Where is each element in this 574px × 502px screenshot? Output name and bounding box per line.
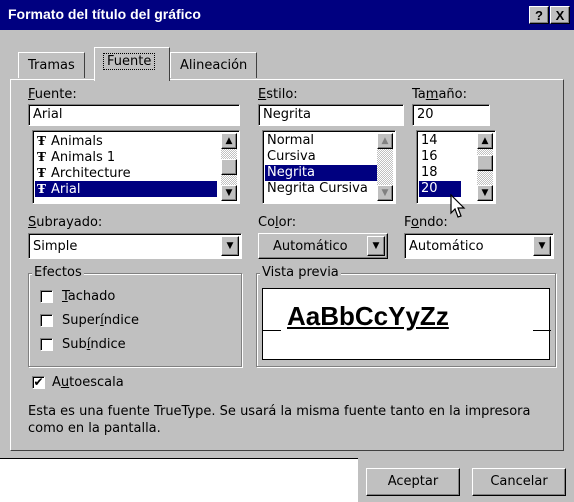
effect-label: Tachado — [62, 289, 116, 304]
list-item[interactable]: Negrita — [265, 165, 379, 181]
list-item-label: 18 — [421, 165, 438, 180]
effect-label: Superíndice — [62, 313, 139, 328]
style-input[interactable]: Negrita — [258, 104, 404, 126]
list-item-label: 20 — [421, 181, 438, 196]
scroll-down-arrow-icon[interactable]: ▼ — [221, 185, 237, 201]
list-item-label: Negrita — [267, 165, 315, 180]
style-list[interactable]: Normal Cursiva Negrita Negrita Cursiva ▲ ▼ — [262, 130, 396, 204]
size-input[interactable]: 20 — [412, 104, 490, 126]
mouse-pointer-icon — [450, 194, 466, 218]
list-item[interactable]: Ŧ Animals 1 — [35, 149, 217, 165]
list-item-label: 14 — [421, 133, 438, 148]
scroll-down-arrow-icon[interactable]: ▼ — [477, 185, 493, 201]
tab-tramas[interactable]: Tramas — [18, 52, 85, 78]
preview-sample-text: AaBbCcYyZz — [287, 301, 449, 331]
autoscale-checkbox[interactable]: ✔ — [32, 376, 45, 389]
background-value: Automático — [409, 239, 484, 254]
size-label: Tamaño: — [412, 87, 467, 102]
underline-value: Simple — [33, 239, 78, 254]
list-item-label: 16 — [421, 149, 438, 164]
page-background — [0, 459, 358, 502]
autoscale-label: Autoescala — [52, 375, 124, 390]
truetype-icon: Ŧ — [37, 166, 46, 180]
list-item[interactable]: Cursiva — [265, 149, 379, 165]
format-chart-title-dialog: Formato del título del gráfico ? X Trama… — [0, 0, 574, 502]
list-item[interactable]: 14 — [419, 133, 461, 149]
dropdown-arrow-icon[interactable]: ▼ — [221, 236, 239, 256]
font-scroll-thumb[interactable] — [221, 159, 237, 175]
list-item-label: Animals 1 — [51, 150, 116, 165]
truetype-info-text: Esta es una fuente TrueType. Se usará la… — [28, 404, 531, 436]
list-item[interactable]: 18 — [419, 165, 461, 181]
scroll-down-arrow-icon[interactable]: ▼ — [377, 185, 393, 201]
effects-legend: Efectos — [32, 265, 84, 280]
color-select[interactable]: Automático ▼ — [258, 233, 388, 259]
font-input[interactable]: Arial — [28, 104, 240, 126]
list-item[interactable]: 16 — [419, 149, 461, 165]
list-item[interactable]: Normal — [265, 133, 379, 149]
help-button[interactable]: ? — [529, 6, 549, 24]
effect-checkbox[interactable] — [40, 338, 53, 351]
list-item-label: Animals — [51, 134, 103, 149]
truetype-icon: Ŧ — [37, 182, 46, 196]
background-select[interactable]: Automático ▼ — [404, 233, 554, 259]
scroll-up-arrow-icon[interactable]: ▲ — [477, 133, 493, 149]
scroll-up-arrow-icon[interactable]: ▲ — [377, 133, 393, 149]
ok-button[interactable]: Aceptar — [366, 468, 460, 496]
list-item[interactable]: Negrita Cursiva — [265, 181, 379, 197]
truetype-icon: Ŧ — [37, 134, 46, 148]
list-item-label: Negrita Cursiva — [267, 181, 368, 196]
dropdown-arrow-icon[interactable]: ▼ — [367, 236, 385, 256]
dialog-title: Formato del título del gráfico — [8, 6, 201, 22]
dropdown-arrow-icon[interactable]: ▼ — [533, 236, 551, 256]
tab-fuente-label: Fuente — [102, 53, 156, 70]
effect-label: Subíndice — [62, 337, 126, 352]
preview-legend: Vista previa — [260, 265, 341, 280]
size-list[interactable]: 14 16 18 20 ▲ ▼ — [416, 130, 496, 204]
tab-alineacion[interactable]: Alineación — [170, 52, 258, 78]
cancel-button[interactable]: Cancelar — [472, 468, 566, 496]
color-label: Color: — [258, 215, 297, 230]
background-label: Fondo: — [404, 215, 448, 230]
scroll-up-arrow-icon[interactable]: ▲ — [221, 133, 237, 149]
title-bar[interactable]: Formato del título del gráfico ? X — [0, 0, 574, 30]
effect-checkbox[interactable] — [40, 314, 53, 327]
preview-box: AaBbCcYyZz — [262, 288, 551, 360]
divider-line — [0, 458, 358, 459]
font-label: Fuente: — [28, 87, 77, 102]
list-item-label: Arial — [51, 182, 81, 197]
list-item-label: Normal — [267, 133, 315, 148]
underline-label: Subrayado: — [28, 215, 103, 230]
color-value: Automático — [273, 239, 348, 254]
style-label: Estilo: — [258, 87, 298, 102]
truetype-icon: Ŧ — [37, 150, 46, 164]
list-item[interactable]: Ŧ Architecture — [35, 165, 217, 181]
list-item[interactable]: Ŧ Arial — [35, 181, 217, 197]
list-item-label: Architecture — [51, 166, 131, 181]
font-list[interactable]: Ŧ Animals Ŧ Animals 1 Ŧ Architecture Ŧ Arial ▲ … — [32, 130, 240, 204]
list-item-label: Cursiva — [267, 149, 316, 164]
close-button[interactable]: X — [550, 6, 570, 24]
size-scroll-thumb[interactable] — [477, 155, 493, 171]
underline-select[interactable]: Simple ▼ — [28, 233, 242, 259]
list-item[interactable]: Ŧ Animals — [35, 133, 217, 149]
tab-fuente[interactable]: Fuente — [94, 47, 170, 81]
effect-checkbox[interactable] — [40, 290, 53, 303]
